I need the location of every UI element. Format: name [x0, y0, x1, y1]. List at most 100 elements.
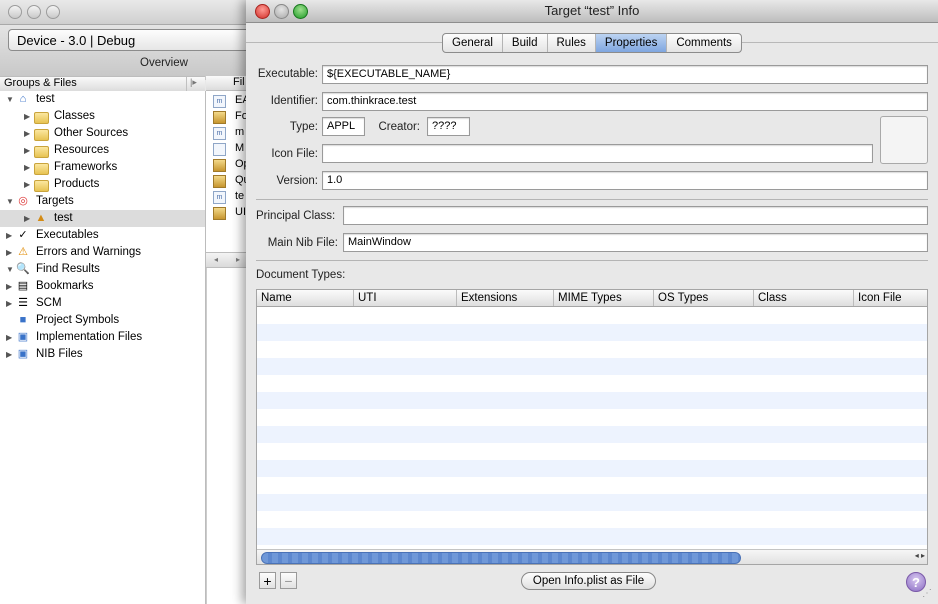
remove-document-type-button[interactable]: −	[280, 572, 297, 589]
disclosure-triangle-icon[interactable]: ▶	[6, 346, 12, 363]
disclosure-triangle-icon[interactable]: ▼	[6, 91, 14, 108]
scroll-arrows-icon[interactable]: ◂ ▸	[915, 551, 925, 560]
tree-item[interactable]: ▶ ⚠ Errors and Warnings	[0, 244, 205, 261]
scrollbar-thumb[interactable]	[261, 552, 741, 564]
groups-files-tree[interactable]: ▼ ⌂ test ▶ Classes ▶ Other Sources ▶ Resources ▶ F…	[0, 91, 206, 604]
tree-item[interactable]: ▼ ⌂ test	[0, 91, 205, 108]
tree-item[interactable]: ▶ ▣ Implementation Files	[0, 329, 205, 346]
close-button-icon[interactable]	[255, 4, 270, 19]
tree-item[interactable]: ▼ ◎ Targets	[0, 193, 205, 210]
tab-comments[interactable]: Comments	[667, 34, 741, 52]
tree-item-label: Classes	[54, 110, 95, 122]
column-header[interactable]: Extensions	[457, 290, 554, 306]
zoom-button-icon[interactable]	[293, 4, 308, 19]
tree-item[interactable]: ▶ ▲ test	[0, 210, 205, 227]
window-title: Target “test” Info	[544, 3, 640, 18]
table-row-stripe	[257, 426, 927, 443]
source-file-icon: m	[213, 127, 226, 140]
tree-item[interactable]: ▶ Classes	[0, 108, 205, 125]
framework-icon	[213, 111, 226, 124]
groups-files-header: Groups & Files |▸	[0, 76, 205, 92]
minimize-button-icon[interactable]	[274, 4, 289, 19]
split-toggle-icon[interactable]: |▸	[186, 77, 204, 91]
tree-item-label: Targets	[36, 195, 74, 207]
tree-item[interactable]: ▼ 🔍 Find Results	[0, 261, 205, 278]
icon-file-field[interactable]	[322, 144, 873, 163]
column-header[interactable]: Class	[754, 290, 854, 306]
tree-item-label: test	[54, 212, 73, 224]
disclosure-triangle-icon[interactable]: ▶	[6, 227, 12, 244]
tree-item[interactable]: ▶ Resources	[0, 142, 205, 159]
project-icon: ⌂	[19, 93, 27, 105]
disclosure-triangle-icon[interactable]: ▶	[6, 329, 12, 346]
icon-file-label: Icon File:	[271, 148, 318, 160]
table-row-stripe	[257, 392, 927, 409]
source-file-icon	[213, 143, 226, 156]
file-name: te	[235, 190, 245, 202]
tree-item[interactable]: ▶ ✓ Executables	[0, 227, 205, 244]
tree-item[interactable]: ■ Project Symbols	[0, 312, 205, 329]
tree-item-label: NIB Files	[36, 348, 83, 360]
tree-item[interactable]: ▶ ▤ Bookmarks	[0, 278, 205, 295]
column-header[interactable]: Icon File	[854, 290, 927, 306]
close-light-icon[interactable]	[8, 5, 22, 19]
icon-well[interactable]	[880, 116, 928, 164]
column-header[interactable]: Name	[257, 290, 354, 306]
disclosure-triangle-icon[interactable]: ▶	[24, 210, 30, 227]
disclosure-triangle-icon[interactable]: ▶	[6, 295, 12, 312]
version-label: Version:	[276, 175, 318, 187]
tree-item[interactable]: ▶ Products	[0, 176, 205, 193]
tab-rules[interactable]: Rules	[548, 34, 596, 52]
type-label: Type:	[289, 121, 318, 133]
device-popup[interactable]: Device - 3.0 | Debug	[8, 29, 258, 51]
framework-icon	[213, 159, 226, 172]
disclosure-triangle-icon[interactable]: ▼	[6, 261, 14, 278]
open-info-plist-button[interactable]: Open Info.plist as File	[521, 572, 656, 590]
disclosure-triangle-icon[interactable]: ▶	[6, 278, 12, 295]
source-file-icon: m	[213, 95, 226, 108]
smart-group-icon: ▣	[17, 331, 29, 343]
disclosure-triangle-icon[interactable]: ▶	[24, 125, 30, 142]
horizontal-scrollbar[interactable]: ◂ ▸	[257, 549, 927, 564]
executable-label: Executable:	[257, 68, 318, 80]
resize-grip-icon[interactable]: ⋰	[922, 588, 936, 602]
column-header[interactable]: MIME Types	[554, 290, 654, 306]
tab-build[interactable]: Build	[503, 34, 548, 52]
tree-item-label: SCM	[36, 297, 62, 309]
tree-item[interactable]: ▶ ☰ SCM	[0, 295, 205, 312]
disclosure-triangle-icon[interactable]: ▶	[24, 176, 30, 193]
add-document-type-button[interactable]: +	[259, 572, 276, 589]
main-nib-field[interactable]: MainWindow	[343, 233, 928, 252]
minimize-light-icon[interactable]	[27, 5, 41, 19]
executable-field[interactable]: ${EXECUTABLE_NAME}	[322, 65, 928, 84]
groups-files-label: Groups & Files	[4, 77, 77, 89]
identifier-label: Identifier:	[270, 95, 318, 107]
tree-item[interactable]: ▶ Frameworks	[0, 159, 205, 176]
identifier-field[interactable]: com.thinkrace.test	[322, 92, 928, 111]
column-header[interactable]: OS Types	[654, 290, 754, 306]
column-header[interactable]: UTI	[354, 290, 457, 306]
table-header: Name UTI Extensions MIME Types OS Types Class…	[257, 290, 927, 307]
tree-item[interactable]: ▶ Other Sources	[0, 125, 205, 142]
tree-item[interactable]: ▶ ▣ NIB Files	[0, 346, 205, 363]
tab-properties[interactable]: Properties	[595, 34, 668, 52]
disclosure-triangle-icon[interactable]: ▼	[6, 193, 14, 210]
document-types-table[interactable]: Name UTI Extensions MIME Types OS Types Class…	[256, 289, 928, 565]
folder-icon	[34, 146, 49, 158]
framework-icon	[213, 207, 226, 220]
zoom-light-icon[interactable]	[46, 5, 60, 19]
principal-class-field[interactable]	[343, 206, 928, 225]
table-row-stripe	[257, 460, 927, 477]
type-field[interactable]: APPL	[322, 117, 365, 136]
disclosure-triangle-icon[interactable]: ▶	[24, 142, 30, 159]
overview-label[interactable]: Overview	[140, 57, 188, 69]
tab-general[interactable]: General	[443, 34, 503, 52]
disclosure-triangle-icon[interactable]: ▶	[24, 108, 30, 125]
creator-field[interactable]: ????	[427, 117, 470, 136]
disclosure-triangle-icon[interactable]: ▶	[6, 244, 12, 261]
bookmarks-icon: ▤	[17, 280, 29, 292]
disclosure-triangle-icon[interactable]: ▶	[24, 159, 30, 176]
version-field[interactable]: 1.0	[322, 171, 928, 190]
smart-group-icon: ▣	[17, 348, 29, 360]
section-divider	[256, 260, 928, 261]
